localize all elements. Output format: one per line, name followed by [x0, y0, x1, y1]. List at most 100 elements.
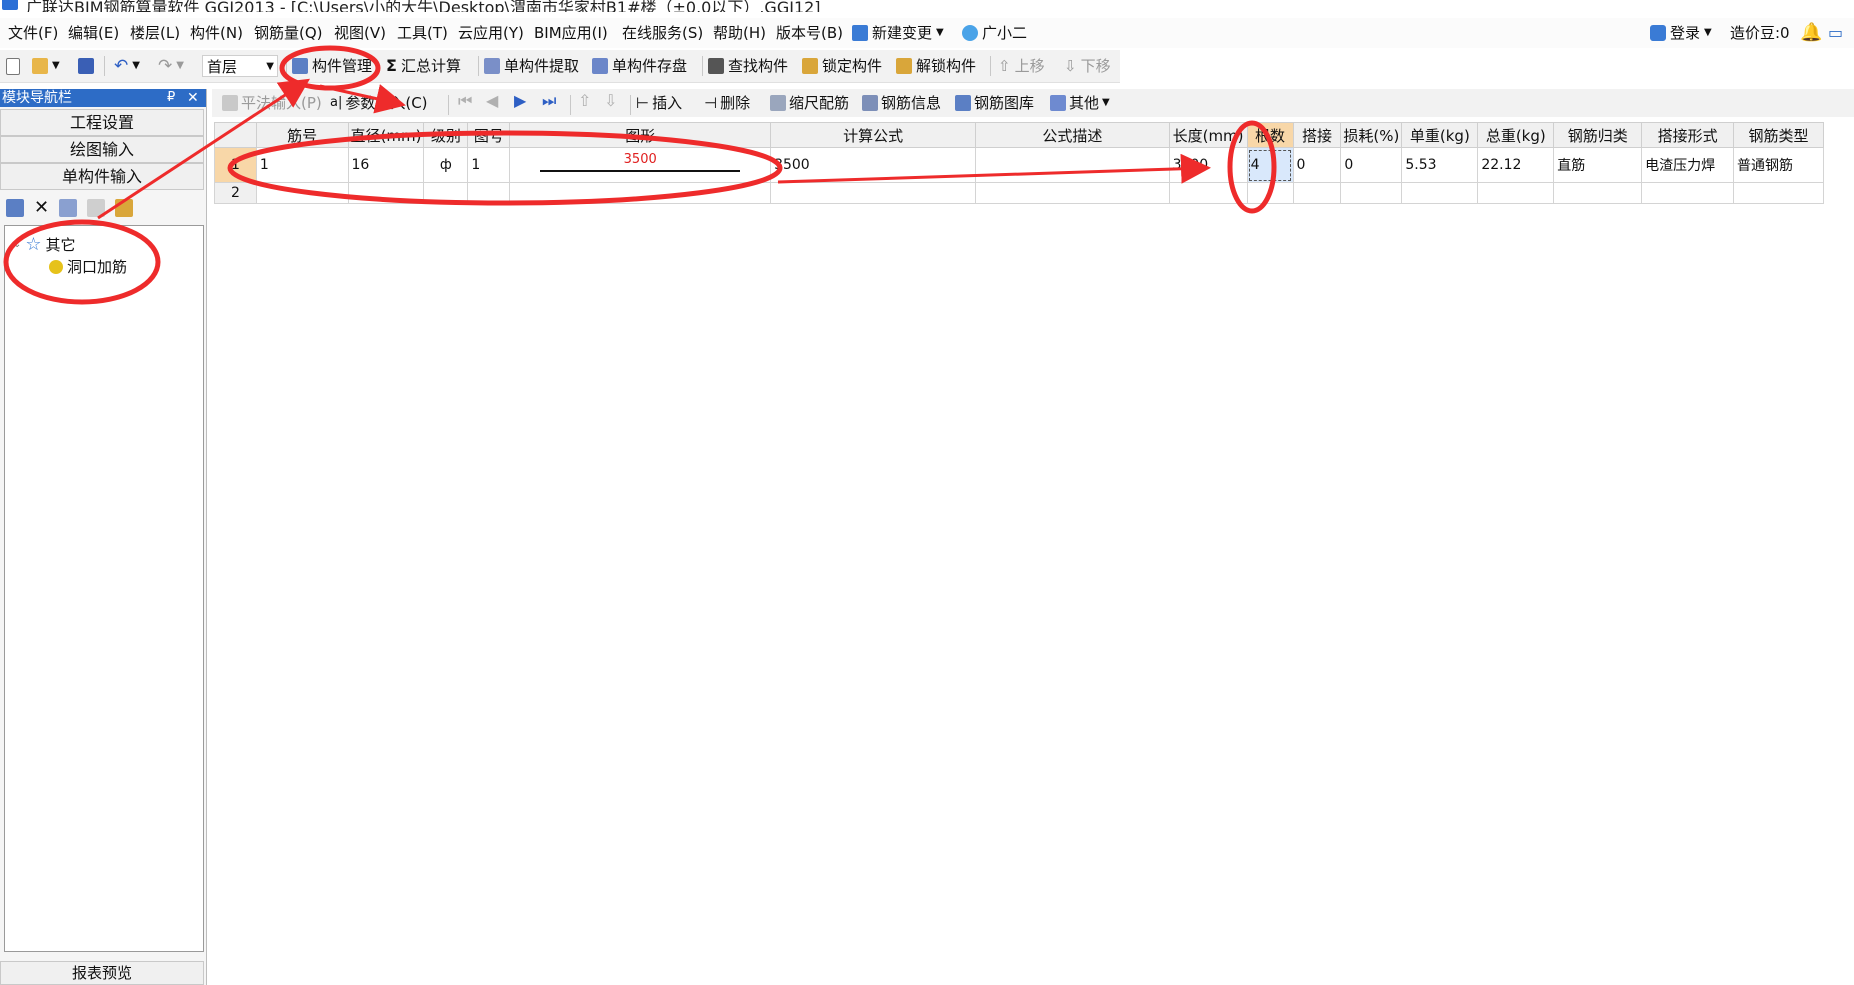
- cell-lap-type[interactable]: [1641, 182, 1735, 204]
- single-save-button[interactable]: 单构件存盘: [592, 55, 687, 77]
- menu-edit[interactable]: 编辑(E): [68, 22, 119, 44]
- cell-rebar-type[interactable]: 普通钢筋: [1733, 147, 1824, 183]
- open-button[interactable]: ▼: [32, 55, 60, 77]
- cell-formula[interactable]: 3500: [770, 147, 977, 183]
- row-down-icon[interactable]: ⇩: [604, 91, 617, 110]
- cell-shape[interactable]: [509, 182, 772, 204]
- tree-node-opening-rebar[interactable]: 洞口加筋: [49, 256, 127, 277]
- cell-count[interactable]: [1246, 182, 1294, 204]
- copy-icon[interactable]: [59, 199, 78, 217]
- row-number[interactable]: 2: [214, 182, 257, 204]
- col-header-formula-desc[interactable]: 公式描述: [975, 122, 1170, 148]
- cell-length[interactable]: [1168, 182, 1248, 204]
- cell-rebar-type[interactable]: [1733, 182, 1824, 204]
- col-header-length[interactable]: 长度(mm): [1168, 122, 1248, 148]
- col-header-unit-weight[interactable]: 单重(kg): [1401, 122, 1479, 148]
- col-header-rebar-type[interactable]: 钢筋类型: [1733, 122, 1824, 148]
- close-icon[interactable]: ✕: [187, 89, 199, 107]
- col-header-shape[interactable]: 图形: [509, 122, 772, 148]
- login-button[interactable]: 登录 ▼: [1650, 22, 1712, 44]
- cell-grade[interactable]: ф: [423, 147, 469, 183]
- new-component-icon[interactable]: [6, 199, 24, 217]
- cell-grade[interactable]: [423, 182, 469, 204]
- col-header-lap-type[interactable]: 搭接形式: [1641, 122, 1735, 148]
- menu-tools[interactable]: 工具(T): [397, 22, 448, 44]
- save-button[interactable]: [78, 55, 94, 77]
- delete-icon[interactable]: ✕: [34, 199, 49, 217]
- col-header-formula[interactable]: 计算公式: [770, 122, 977, 148]
- nav-section-project-settings[interactable]: 工程设置: [0, 109, 204, 136]
- col-header-figure-no[interactable]: 图号: [467, 122, 511, 148]
- bell-icon[interactable]: 🔔: [1800, 22, 1822, 44]
- scale-rebar-button[interactable]: 缩尺配筋: [770, 92, 849, 114]
- cell-total-weight[interactable]: 22.12: [1477, 147, 1555, 183]
- move-up-button[interactable]: ⇧ 上移: [998, 55, 1045, 77]
- menu-help[interactable]: 帮助(H): [713, 22, 766, 44]
- menu-component[interactable]: 构件(N): [190, 22, 243, 44]
- menu-rebar-qty[interactable]: 钢筋量(Q): [254, 22, 323, 44]
- cell-formula-desc[interactable]: [975, 182, 1170, 204]
- cell-length[interactable]: 3500: [1168, 147, 1248, 183]
- menu-view[interactable]: 视图(V): [334, 22, 386, 44]
- param-input-button[interactable]: a| 参数输入(C): [330, 92, 428, 114]
- menu-online[interactable]: 在线服务(S): [622, 22, 703, 44]
- unlock-button[interactable]: 解锁构件: [896, 55, 976, 77]
- cell-unit-weight[interactable]: [1401, 182, 1479, 204]
- col-header-lap[interactable]: 搭接: [1292, 122, 1342, 148]
- cell-figure-no[interactable]: 1: [467, 147, 511, 183]
- next-record-icon[interactable]: ▶: [514, 91, 526, 110]
- col-header-count[interactable]: 根数: [1246, 122, 1294, 148]
- pin-icon[interactable]: ₽: [167, 89, 175, 107]
- single-extract-button[interactable]: 单构件提取: [484, 55, 579, 77]
- new-button[interactable]: [6, 55, 20, 77]
- nav-section-single-component[interactable]: 单构件输入: [0, 163, 204, 190]
- col-header-diameter[interactable]: 直径(mm): [347, 122, 425, 148]
- col-header-category[interactable]: 钢筋归类: [1553, 122, 1643, 148]
- clipboard-icon[interactable]: [115, 199, 134, 217]
- summary-calc-button[interactable]: Σ 汇总计算: [386, 55, 461, 77]
- cell-diameter[interactable]: [347, 182, 425, 204]
- insert-button[interactable]: ⊢ 插入: [636, 92, 682, 114]
- tree-collapse-icon[interactable]: ⌄: [13, 239, 21, 250]
- row-up-icon[interactable]: ⇧: [578, 91, 591, 110]
- component-manage-button[interactable]: 构件管理: [292, 55, 372, 77]
- menu-floor[interactable]: 楼层(L): [130, 22, 180, 44]
- cell-total-weight[interactable]: [1477, 182, 1555, 204]
- cell-diameter[interactable]: 16: [347, 147, 425, 183]
- cell-bar-no[interactable]: [255, 182, 349, 204]
- find-button[interactable]: 查找构件: [708, 55, 788, 77]
- tree-node-other[interactable]: ⌄ ☆ 其它: [13, 234, 76, 255]
- first-record-icon[interactable]: ⏮: [458, 91, 472, 111]
- cell-lap-type[interactable]: 电渣压力焊: [1641, 147, 1735, 183]
- menu-file[interactable]: 文件(F): [8, 22, 58, 44]
- cell-loss[interactable]: 0: [1340, 147, 1403, 183]
- menu-assistant[interactable]: 广小二: [962, 22, 1027, 44]
- prev-record-icon[interactable]: ◀: [486, 91, 498, 110]
- floor-select[interactable]: 首层 ▼: [202, 55, 278, 77]
- paste-icon[interactable]: [87, 199, 106, 217]
- delete-row-button[interactable]: ⊣ 删除: [704, 92, 750, 114]
- nav-section-report-preview[interactable]: 报表预览: [0, 961, 204, 985]
- cell-unit-weight[interactable]: 5.53: [1401, 147, 1479, 183]
- col-header-loss[interactable]: 损耗(%): [1340, 122, 1403, 148]
- cell-category[interactable]: [1553, 182, 1643, 204]
- rebar-info-button[interactable]: 钢筋信息: [862, 92, 941, 114]
- rebar-library-button[interactable]: 钢筋图库: [955, 92, 1034, 114]
- flat-input-button[interactable]: 平法输入(P): [222, 92, 322, 114]
- menu-cloud[interactable]: 云应用(Y): [458, 22, 524, 44]
- move-down-button[interactable]: ⇩ 下移: [1064, 55, 1111, 77]
- cell-shape[interactable]: 3500: [509, 147, 772, 183]
- last-record-icon[interactable]: ⏭: [542, 91, 556, 111]
- undo-button[interactable]: ↶ ▼: [114, 55, 140, 77]
- menu-new-change[interactable]: 新建变更 ▼: [852, 22, 944, 44]
- cell-loss[interactable]: [1340, 182, 1403, 204]
- col-header-total-weight[interactable]: 总重(kg): [1477, 122, 1555, 148]
- col-header-grade[interactable]: 级别: [423, 122, 469, 148]
- redo-button[interactable]: ↷ ▼: [158, 55, 184, 77]
- menu-version[interactable]: 版本号(B): [776, 22, 843, 44]
- menu-bim[interactable]: BIM应用(I): [534, 22, 608, 44]
- nav-section-drawing-input[interactable]: 绘图输入: [0, 136, 204, 163]
- cell-formula[interactable]: [770, 182, 977, 204]
- cell-lap[interactable]: 0: [1292, 147, 1342, 183]
- lock-button[interactable]: 锁定构件: [802, 55, 882, 77]
